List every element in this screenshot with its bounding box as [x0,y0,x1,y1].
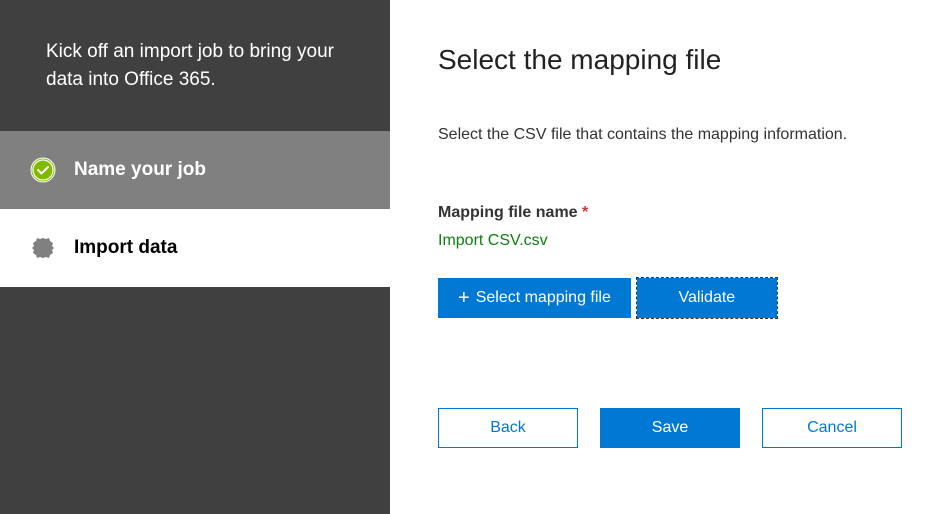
sidebar-intro-text: Kick off an import job to bring your dat… [0,0,390,131]
file-action-buttons: + Select mapping file Validate [438,278,902,318]
required-indicator: * [582,204,588,221]
save-button[interactable]: Save [600,408,740,448]
page-subtitle: Select the CSV file that contains the ma… [438,126,902,144]
validate-label: Validate [679,289,736,307]
back-button[interactable]: Back [438,408,578,448]
mapping-file-label: Mapping file name * [438,204,902,222]
select-file-label: Select mapping file [476,289,611,307]
select-mapping-file-button[interactable]: + Select mapping file [438,278,631,318]
wizard-sidebar: Kick off an import job to bring your dat… [0,0,390,514]
selected-file-name: Import CSV.csv [438,232,902,250]
page-title: Select the mapping file [438,44,902,76]
step-label: Import data [74,237,177,259]
checkmark-circle-icon [30,157,56,183]
wizard-footer-buttons: Back Save Cancel [438,408,902,448]
wizard-step-name-your-job[interactable]: Name your job [0,131,390,209]
badge-icon [30,235,56,261]
wizard-step-import-data[interactable]: Import data [0,209,390,287]
main-panel: Select the mapping file Select the CSV f… [390,0,927,514]
cancel-button[interactable]: Cancel [762,408,902,448]
plus-icon: + [458,288,470,308]
step-label: Name your job [74,159,206,181]
validate-button[interactable]: Validate [637,278,777,318]
field-label-text: Mapping file name [438,204,578,221]
